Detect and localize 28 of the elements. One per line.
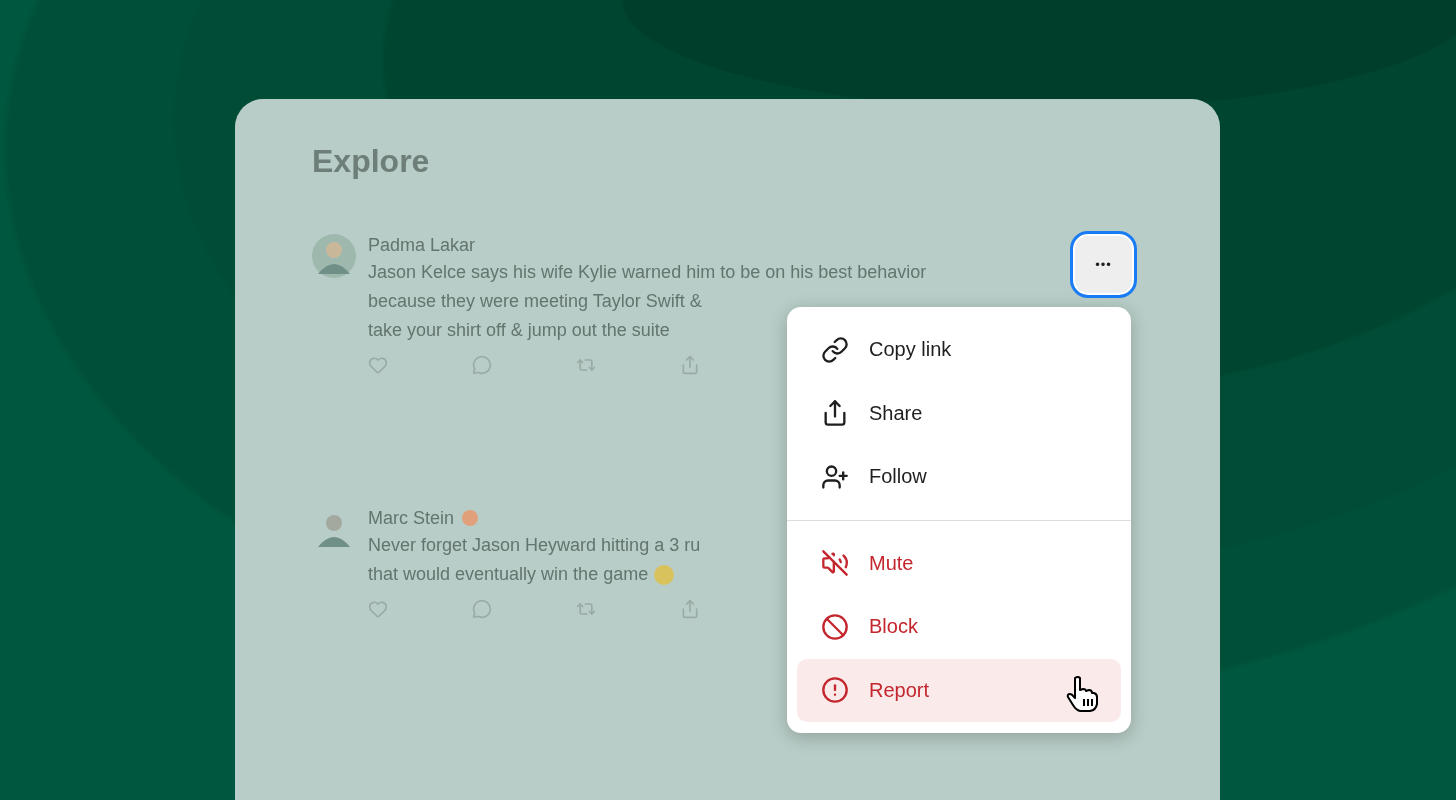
author-name: Marc Stein bbox=[368, 507, 455, 529]
share-icon[interactable] bbox=[680, 599, 700, 619]
avatar bbox=[312, 234, 356, 278]
hand-cursor-icon bbox=[1065, 674, 1099, 713]
page-title: Explore bbox=[312, 143, 431, 180]
share-icon[interactable] bbox=[680, 355, 700, 375]
add-user-icon bbox=[821, 462, 849, 491]
post-text-line: that would eventually win the game bbox=[368, 563, 649, 586]
link-icon bbox=[821, 335, 849, 364]
comment-icon[interactable] bbox=[472, 355, 492, 375]
post-text-line: Jason Kelce says his wife Kylie warned him to be on his best behavior bbox=[368, 261, 927, 284]
menu-item[interactable]: Copy link bbox=[797, 318, 1121, 382]
menu-item[interactable]: Follow bbox=[797, 445, 1121, 509]
muted-speaker-icon bbox=[821, 549, 849, 578]
post-text-line: take your shirt off & jump out the suite bbox=[368, 319, 670, 342]
comment-icon[interactable] bbox=[472, 599, 492, 619]
heart-icon[interactable] bbox=[368, 355, 388, 375]
post-text-line: Never forget Jason Heyward hitting a 3 ru bbox=[368, 534, 701, 557]
menu-item[interactable]: Report bbox=[797, 658, 1121, 722]
menu-item[interactable]: Mute bbox=[797, 531, 1121, 595]
heart-icon[interactable] bbox=[368, 599, 388, 619]
block-icon bbox=[821, 612, 849, 641]
post-text-line: because they were meeting Taylor Swift & bbox=[368, 290, 702, 313]
menu-item[interactable]: Share bbox=[797, 381, 1121, 445]
menu-item[interactable]: Block bbox=[797, 595, 1121, 659]
more-button[interactable]: ••• bbox=[1070, 231, 1137, 298]
alert-icon bbox=[821, 676, 849, 705]
author-name: Padma Lakar bbox=[368, 234, 476, 256]
